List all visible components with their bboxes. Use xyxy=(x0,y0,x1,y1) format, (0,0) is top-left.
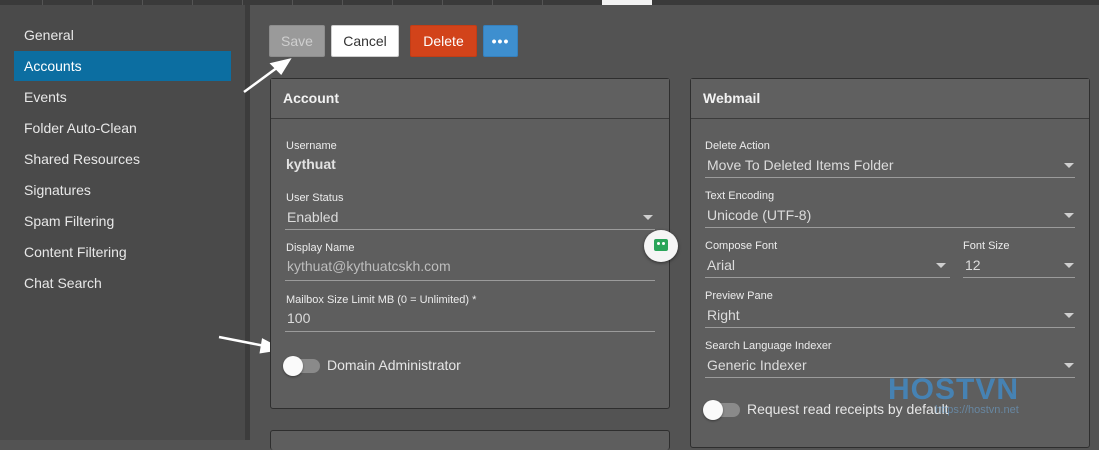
chevron-down-icon[interactable] xyxy=(643,215,653,220)
domain-admin-label: Domain Administrator xyxy=(327,357,461,373)
chevron-down-icon[interactable] xyxy=(1064,163,1074,168)
search-indexer-select[interactable]: Generic Indexer xyxy=(707,357,807,373)
chat-bot-badge[interactable] xyxy=(644,230,678,262)
user-status-underline xyxy=(285,229,655,230)
delete-action-select[interactable]: Move To Deleted Items Folder xyxy=(707,157,894,173)
webmail-card-title: Webmail xyxy=(691,79,1089,119)
preview-pane-underline xyxy=(705,327,1075,328)
chevron-down-icon[interactable] xyxy=(1064,313,1074,318)
display-name-underline xyxy=(285,280,655,281)
chevron-down-icon[interactable] xyxy=(1064,263,1074,268)
hostvn-watermark-url: https://hostvn.net xyxy=(935,404,1019,416)
username-label: Username xyxy=(286,140,337,152)
display-name-input[interactable]: kythuat@kythuatcskh.com xyxy=(287,258,451,274)
user-status-select[interactable]: Enabled xyxy=(287,209,338,225)
compose-font-select[interactable]: Arial xyxy=(707,257,735,273)
mailbox-size-underline xyxy=(285,331,655,332)
delete-action-underline xyxy=(705,177,1075,178)
search-indexer-label: Search Language Indexer xyxy=(705,340,832,352)
mailbox-size-label: Mailbox Size Limit MB (0 = Unlimited) * xyxy=(286,294,477,306)
font-size-select[interactable]: 12 xyxy=(965,257,981,273)
user-status-label: User Status xyxy=(286,192,344,204)
preview-pane-select[interactable]: Right xyxy=(707,307,740,323)
text-encoding-select[interactable]: Unicode (UTF-8) xyxy=(707,207,811,223)
compose-font-underline xyxy=(705,277,950,278)
next-card xyxy=(270,430,670,450)
display-name-label: Display Name xyxy=(286,242,355,254)
toggle-knob xyxy=(703,400,723,420)
username-value: kythuat xyxy=(286,156,336,172)
text-encoding-underline xyxy=(705,227,1075,228)
font-size-underline xyxy=(963,277,1075,278)
mailbox-size-input[interactable]: 100 xyxy=(287,310,310,326)
delete-action-label: Delete Action xyxy=(705,140,770,152)
preview-pane-label: Preview Pane xyxy=(705,290,773,302)
robot-icon xyxy=(654,239,668,251)
compose-font-label: Compose Font xyxy=(705,240,778,252)
domain-admin-toggle[interactable] xyxy=(283,356,320,376)
chevron-down-icon[interactable] xyxy=(1064,213,1074,218)
chevron-down-icon[interactable] xyxy=(936,263,946,268)
toggle-knob xyxy=(283,356,303,376)
hostvn-watermark-logo: HOSTVN xyxy=(888,373,1020,406)
text-encoding-label: Text Encoding xyxy=(705,190,775,202)
font-size-label: Font Size xyxy=(963,240,1010,252)
chevron-down-icon[interactable] xyxy=(1064,363,1074,368)
read-receipts-toggle[interactable] xyxy=(703,400,740,420)
account-card-title: Account xyxy=(271,79,669,119)
